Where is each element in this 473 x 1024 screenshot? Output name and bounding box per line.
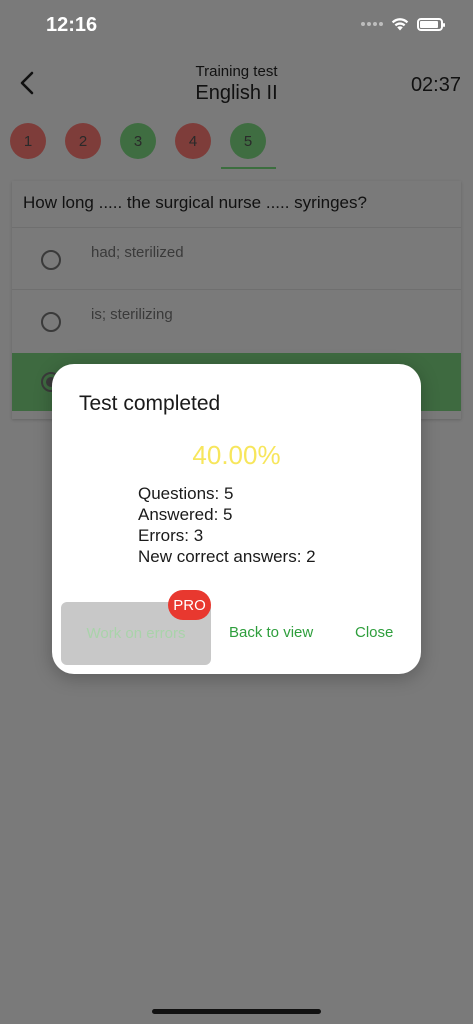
answer-option-text: had; sterilized (91, 244, 184, 261)
battery-icon (417, 17, 445, 31)
status-time: 12:16 (46, 14, 98, 36)
divider (12, 289, 461, 290)
close-button[interactable]: Close (355, 624, 393, 641)
answer-option-text: is; sterilizing (91, 306, 173, 323)
header: Training test English II 02:37 (0, 54, 473, 114)
question-nav-label: 4 (188, 132, 198, 150)
question-nav-label: 3 (133, 132, 143, 150)
stat-answered: Answered: 5 (138, 505, 233, 524)
divider (12, 227, 461, 228)
answer-option-1[interactable]: had; sterilized (12, 231, 461, 289)
question-nav: 1 2 3 4 5 (10, 123, 266, 159)
back-to-view-button[interactable]: Back to view (229, 624, 313, 641)
result-stats: Questions: 5 Answered: 5 Errors: 3 New c… (138, 483, 316, 567)
home-indicator (152, 1009, 321, 1014)
cellular-signal-icon (361, 22, 383, 26)
score-percent: 40.00% (192, 440, 281, 470)
question-nav-item-3[interactable]: 3 (120, 123, 156, 159)
answer-option-2[interactable]: is; sterilizing (12, 293, 461, 351)
current-question-indicator (221, 167, 276, 169)
question-nav-item-1[interactable]: 1 (10, 123, 46, 159)
header-subtitle: Training test (195, 63, 278, 80)
question-nav-label: 1 (23, 132, 33, 150)
question-nav-label: 2 (78, 132, 88, 150)
status-bar: 12:16 (0, 0, 473, 54)
stat-questions: Questions: 5 (138, 484, 234, 503)
radio-button[interactable] (41, 312, 61, 332)
wifi-icon (391, 18, 409, 31)
question-nav-item-4[interactable]: 4 (175, 123, 211, 159)
stat-new-correct: New correct answers: 2 (138, 547, 316, 566)
stat-errors: Errors: 3 (138, 526, 204, 545)
question-text: How long ..... the surgical nurse ..... … (23, 193, 367, 212)
question-nav-label: 5 (243, 132, 253, 150)
test-completed-dialog: Test completed 40.00% Questions: 5 Answe… (52, 364, 421, 674)
timer: 02:37 (410, 74, 461, 96)
status-icons (361, 17, 445, 31)
pro-badge: PRO (168, 590, 211, 620)
question-nav-item-5[interactable]: 5 (230, 123, 266, 159)
page-title: English II (195, 82, 278, 104)
radio-button[interactable] (41, 250, 61, 270)
question-nav-item-2[interactable]: 2 (65, 123, 101, 159)
dialog-title: Test completed (79, 392, 221, 415)
